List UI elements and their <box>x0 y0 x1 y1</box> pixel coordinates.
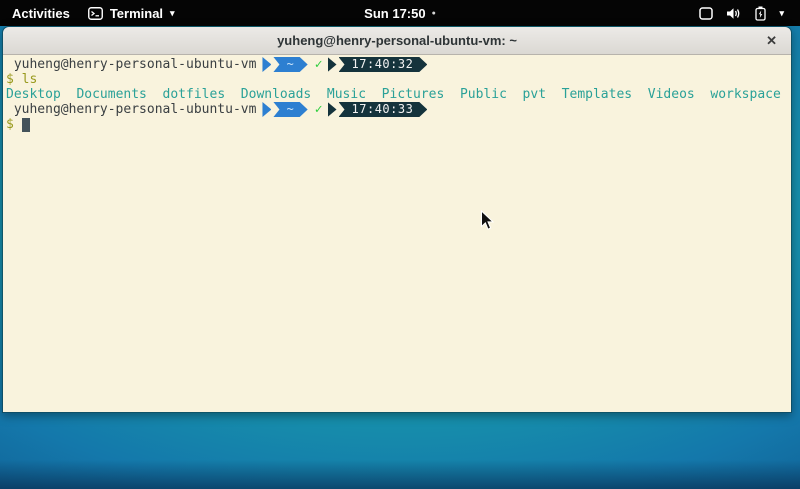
cwd-banner: ~ <box>273 57 307 72</box>
ls-output-line: Desktop Documents dotfiles Downloads Mus… <box>6 87 788 102</box>
shell-prompt-symbol: $ <box>6 117 14 132</box>
clock[interactable]: Sun 17:50 <box>364 6 425 21</box>
terminal-content[interactable]: yuheng@henry-personal-ubuntu-vm ~ ✓ 17:4… <box>3 55 791 412</box>
dir-item: Public <box>460 87 507 102</box>
battery-charging-icon <box>755 6 766 21</box>
close-button[interactable]: ✕ <box>766 27 777 54</box>
dir-item: Documents <box>76 87 146 102</box>
dir-item: Music <box>327 87 366 102</box>
dir-item: Desktop <box>6 87 61 102</box>
dir-item: pvt <box>523 87 546 102</box>
prompt-line: yuheng@henry-personal-ubuntu-vm ~ ✓ 17:4… <box>6 57 788 72</box>
window-titlebar[interactable]: yuheng@henry-personal-ubuntu-vm: ~ ✕ <box>3 27 791 55</box>
dir-item: Templates <box>562 87 632 102</box>
activities-button[interactable]: Activities <box>12 6 70 21</box>
shell-prompt-symbol: $ <box>6 72 14 87</box>
time-banner: 17:40:32 <box>339 57 428 72</box>
command-line: $ ls <box>6 72 788 87</box>
dir-item: dotfiles <box>163 87 226 102</box>
powerline-chevron-icon <box>262 57 271 72</box>
chevron-down-icon: ▾ <box>170 8 175 19</box>
mouse-pointer-icon <box>480 210 495 236</box>
app-menu-label: Terminal <box>110 6 163 21</box>
system-status-area[interactable]: ▾ <box>699 6 784 21</box>
desktop: Activities Terminal ▾ Sun 17:50 ● <box>0 0 800 489</box>
status-check-icon: ✓ <box>315 57 323 72</box>
powerline-chevron-icon <box>262 102 271 117</box>
dir-item: Downloads <box>241 87 311 102</box>
input-line[interactable]: $ <box>6 117 788 132</box>
cwd-banner: ~ <box>273 102 307 117</box>
notification-dot-icon: ● <box>432 10 436 17</box>
prompt-username: yuheng@henry-personal-ubuntu-vm <box>14 102 257 117</box>
dir-item: Pictures <box>382 87 445 102</box>
window-title: yuheng@henry-personal-ubuntu-vm: ~ <box>277 33 517 48</box>
app-menu[interactable]: Terminal ▾ <box>88 6 175 21</box>
terminal-window: yuheng@henry-personal-ubuntu-vm: ~ ✕ yuh… <box>2 26 792 413</box>
powerline-chevron-icon <box>328 57 337 72</box>
screen-icon <box>699 7 713 20</box>
volume-icon <box>726 7 742 20</box>
prompt-line: yuheng@henry-personal-ubuntu-vm ~ ✓ 17:4… <box>6 102 788 117</box>
command-text: ls <box>22 72 38 87</box>
terminal-icon <box>88 7 103 20</box>
powerline-chevron-icon <box>328 102 337 117</box>
prompt-username: yuheng@henry-personal-ubuntu-vm <box>14 57 257 72</box>
dir-item: workspace <box>710 87 780 102</box>
chevron-down-icon: ▾ <box>779 8 784 19</box>
text-cursor <box>22 118 30 132</box>
status-check-icon: ✓ <box>315 102 323 117</box>
dir-item: Videos <box>648 87 695 102</box>
time-banner: 17:40:33 <box>339 102 428 117</box>
gnome-top-bar: Activities Terminal ▾ Sun 17:50 ● <box>0 0 800 26</box>
